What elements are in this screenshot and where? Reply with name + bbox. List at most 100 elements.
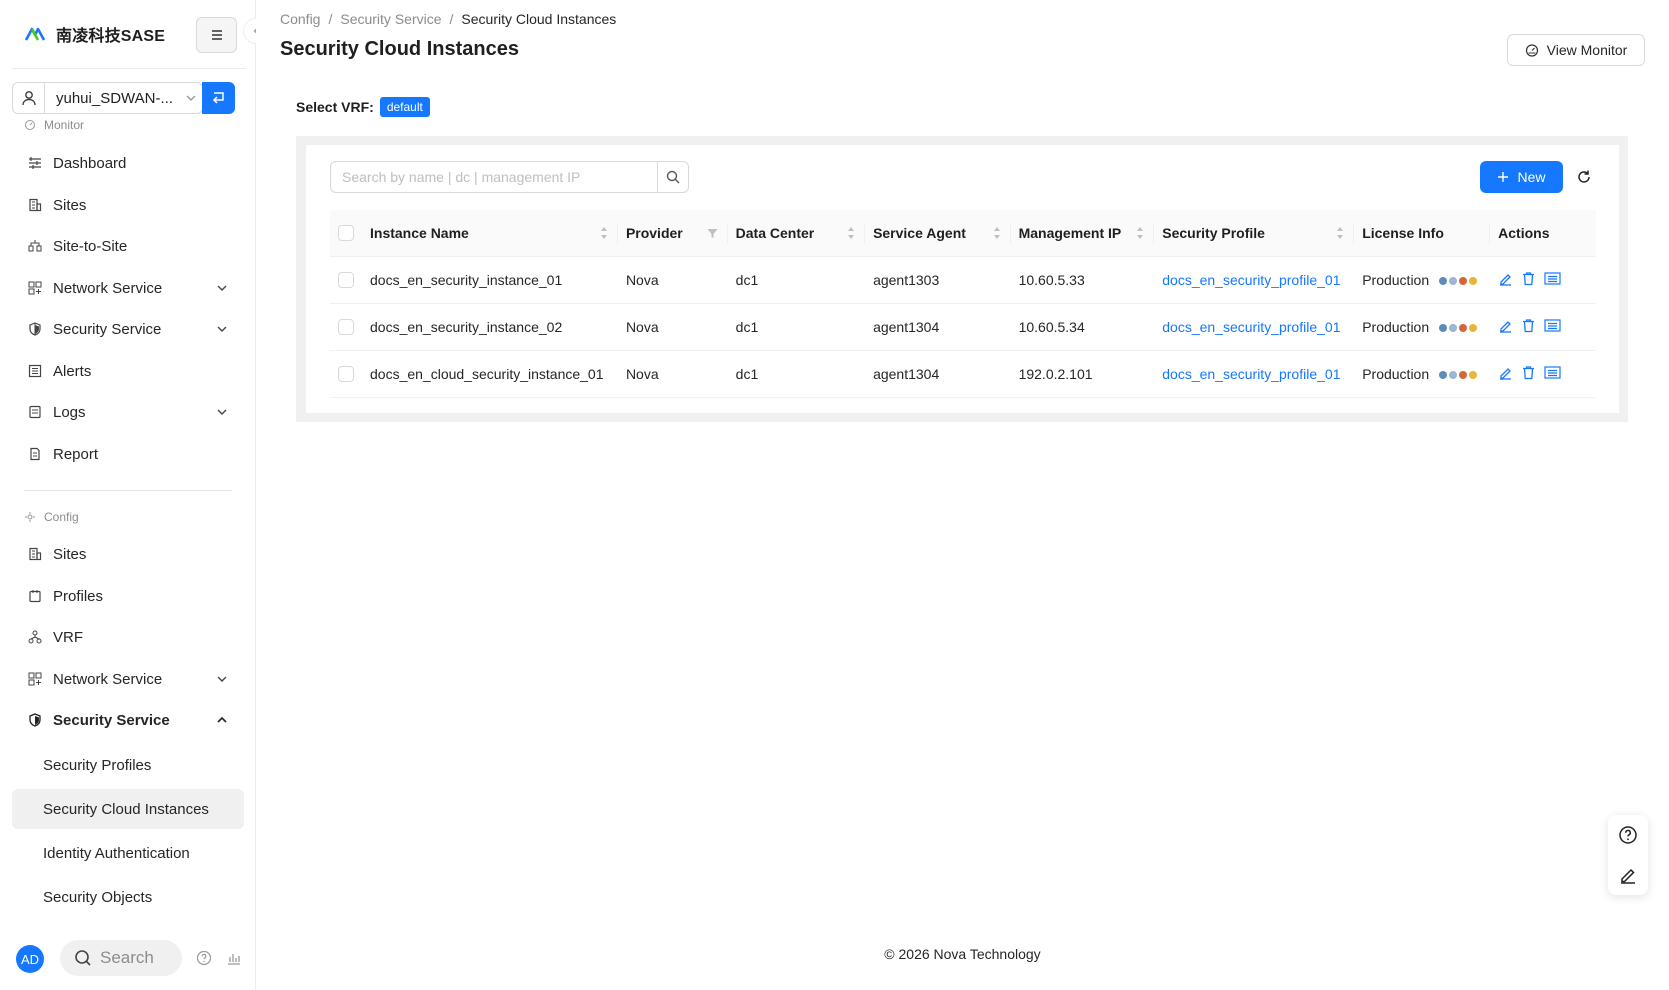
cell-data-center: dc1 — [727, 350, 866, 398]
sort-icon[interactable] — [847, 226, 855, 240]
table-row[interactable]: docs_en_security_instance_02 Nova dc1 ag… — [330, 303, 1596, 351]
sidebar-item-profiles[interactable]: Profiles — [12, 576, 244, 616]
cell-provider: Nova — [617, 256, 728, 304]
vrf-selector: Select VRF: default — [296, 97, 430, 117]
security-profile-link[interactable]: docs_en_security_profile_01 — [1162, 319, 1340, 335]
cell-service-agent: agent1303 — [865, 256, 1011, 304]
edit-icon[interactable] — [1498, 271, 1513, 286]
table-row[interactable]: docs_en_security_instance_01 Nova dc1 ag… — [330, 256, 1596, 304]
feature-icon — [1469, 370, 1478, 379]
cell-license-info: Production — [1354, 303, 1491, 351]
help-icon[interactable] — [196, 950, 212, 966]
refresh-icon — [1578, 170, 1590, 183]
delete-icon[interactable] — [1521, 318, 1536, 333]
tenant-select[interactable]: yuhui_SDWAN-... — [12, 82, 203, 114]
sidebar-subitem-security-profiles[interactable]: Security Profiles — [12, 745, 244, 785]
cell-security-profile: docs_en_security_profile_01 — [1154, 350, 1355, 398]
select-all-cell — [330, 210, 362, 257]
refresh-button[interactable] — [1572, 165, 1596, 189]
breadcrumb-item-config[interactable]: Config — [280, 11, 320, 27]
sidebar-item-report[interactable]: Report — [12, 434, 244, 474]
sidebar-subitem-security-cloud-instances[interactable]: Security Cloud Instances — [12, 789, 244, 829]
cell-management-ip: 10.60.5.34 — [1010, 303, 1155, 351]
feature-icon — [1459, 323, 1468, 332]
sidebar-item-vrf[interactable]: VRF — [12, 617, 244, 657]
sidebar-item-config-network-service[interactable]: Network Service — [12, 659, 244, 699]
feature-icon — [1469, 276, 1478, 285]
logs-icon — [27, 404, 43, 420]
new-button[interactable]: New — [1480, 161, 1563, 193]
hamburger-icon — [211, 30, 222, 40]
cell-service-agent: agent1304 — [865, 303, 1011, 351]
details-list-icon[interactable] — [1544, 365, 1561, 380]
security-profile-link[interactable]: docs_en_security_profile_01 — [1162, 272, 1340, 288]
menu-toggle-button[interactable] — [196, 17, 237, 53]
sidebar-item-security-service[interactable]: Security Service — [12, 309, 244, 349]
delete-icon[interactable] — [1521, 271, 1536, 286]
edit-icon[interactable] — [1498, 318, 1513, 333]
column-header-management-ip[interactable]: Management IP — [1010, 210, 1155, 257]
details-list-icon[interactable] — [1544, 318, 1561, 333]
column-header-data-center[interactable]: Data Center — [727, 210, 866, 257]
table-header-row: Instance Name Provider Data Center Servi… — [330, 210, 1596, 257]
sidebar-item-config-security-service[interactable]: Security Service — [12, 700, 244, 740]
row-checkbox[interactable] — [338, 319, 354, 336]
sidebar-item-logs[interactable]: Logs — [12, 392, 244, 432]
security-profile-link[interactable]: docs_en_security_profile_01 — [1162, 366, 1340, 382]
tenant-switch-button[interactable] — [202, 82, 235, 114]
report-icon — [27, 446, 43, 462]
group-label-config: Config — [24, 510, 79, 524]
sidebar-subitem-identity-authentication[interactable]: Identity Authentication — [12, 833, 244, 873]
delete-icon[interactable] — [1521, 365, 1536, 380]
sort-icon[interactable] — [1336, 226, 1344, 240]
sort-icon[interactable] — [600, 226, 608, 240]
feedback-button[interactable] — [1608, 855, 1648, 895]
column-header-instance-name[interactable]: Instance Name — [362, 210, 618, 257]
sidebar-item-dashboard[interactable]: Dashboard — [12, 143, 244, 183]
cell-provider: Nova — [617, 350, 728, 398]
sort-icon[interactable] — [1136, 226, 1144, 240]
chevron-down-icon — [217, 676, 227, 682]
search-icon — [666, 170, 680, 184]
filter-icon[interactable] — [707, 228, 718, 239]
row-checkbox[interactable] — [338, 272, 354, 289]
row-select-cell — [330, 303, 362, 351]
sidebar-subitem-security-objects[interactable]: Security Objects — [12, 877, 244, 917]
config-icon — [25, 512, 35, 522]
help-button[interactable] — [1608, 815, 1648, 855]
license-type: Production — [1362, 318, 1430, 335]
cell-instance-name: docs_en_security_instance_01 — [362, 256, 618, 304]
avatar[interactable]: AD — [16, 945, 44, 973]
brand[interactable]: 南凌科技SASE — [24, 22, 165, 46]
switch-icon — [212, 92, 224, 104]
bar-chart-icon[interactable] — [226, 950, 242, 966]
search-button[interactable] — [657, 161, 689, 193]
feature-icon — [1459, 276, 1468, 285]
sidebar-item-site-to-site[interactable]: Site-to-Site — [12, 226, 244, 266]
details-list-icon[interactable] — [1544, 271, 1561, 286]
column-header-security-profile[interactable]: Security Profile — [1154, 210, 1355, 257]
breadcrumb: Config / Security Service / Security Clo… — [280, 11, 616, 27]
sidebar-item-network-service[interactable]: Network Service — [12, 268, 244, 308]
edit-icon[interactable] — [1498, 365, 1513, 380]
sidebar-item-alerts[interactable]: Alerts — [12, 351, 244, 391]
sidebar-item-config-sites[interactable]: Sites — [12, 534, 244, 574]
sidebar-item-sites[interactable]: Sites — [12, 185, 244, 225]
feature-icon — [1449, 370, 1458, 379]
vrf-tag-default[interactable]: default — [379, 97, 430, 117]
table-row[interactable]: docs_en_cloud_security_instance_01 Nova … — [330, 350, 1596, 398]
breadcrumb-item-security-service[interactable]: Security Service — [340, 11, 441, 27]
select-all-checkbox[interactable] — [338, 225, 354, 242]
row-checkbox[interactable] — [338, 366, 354, 383]
search-input[interactable]: Search by name | dc | management IP — [330, 161, 658, 193]
brand-logo-icon — [24, 27, 46, 41]
sidebar-search[interactable]: Search — [60, 940, 182, 976]
sort-icon[interactable] — [993, 226, 1001, 240]
network-icon — [27, 671, 43, 687]
cell-security-profile: docs_en_security_profile_01 — [1154, 256, 1355, 304]
feature-icon — [1439, 370, 1448, 379]
feature-icon — [1439, 323, 1448, 332]
column-header-service-agent[interactable]: Service Agent — [865, 210, 1011, 257]
column-header-provider[interactable]: Provider — [617, 210, 728, 257]
view-monitor-button[interactable]: View Monitor — [1507, 34, 1645, 66]
